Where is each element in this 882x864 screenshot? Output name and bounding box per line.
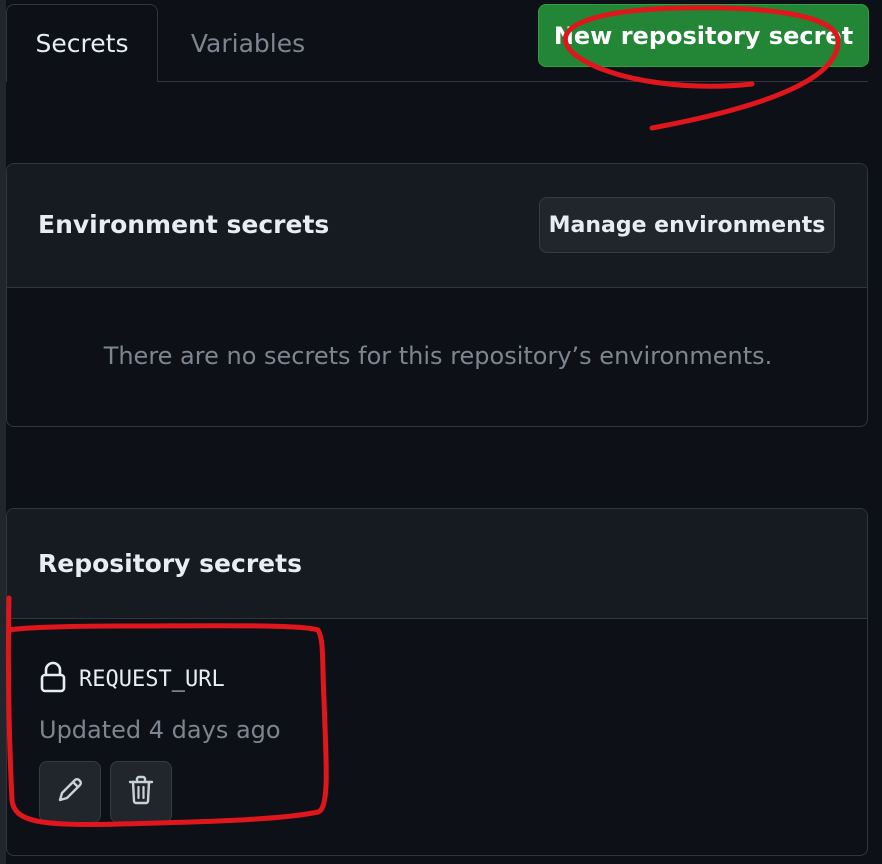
tab-variables[interactable]: Variables [160,4,336,82]
secret-updated-time: Updated 4 days ago [39,716,281,744]
repository-secrets-header: Repository secrets [7,509,867,619]
edit-secret-button[interactable] [39,761,101,823]
environment-secrets-header: Environment secrets Manage environments [7,164,867,288]
secret-name: REQUEST_URL [79,667,225,692]
delete-secret-button[interactable] [110,761,172,823]
environment-secrets-empty-message: There are no secrets for this repository… [103,342,773,370]
manage-environments-label: Manage environments [548,212,826,238]
trash-icon [126,774,156,810]
lock-icon [39,660,67,694]
environment-secrets-panel: Environment secrets Manage environments … [6,163,868,427]
tab-variables-label: Variables [190,28,306,58]
repository-secrets-panel: Repository secrets REQUEST_URL Updated 4… [6,508,868,856]
secret-row: REQUEST_URL Updated 4 days ago [7,619,867,855]
environment-secrets-title: Environment secrets [38,210,330,239]
tab-secrets[interactable]: Secrets [6,4,158,82]
new-repository-secret-label: New repository secret [553,21,854,50]
repository-secrets-title: Repository secrets [38,549,302,578]
manage-environments-button[interactable]: Manage environments [539,197,835,253]
pencil-icon [54,774,86,810]
tab-divider [158,81,868,82]
new-repository-secret-button[interactable]: New repository secret [538,4,869,67]
tab-secrets-label: Secrets [35,29,129,58]
